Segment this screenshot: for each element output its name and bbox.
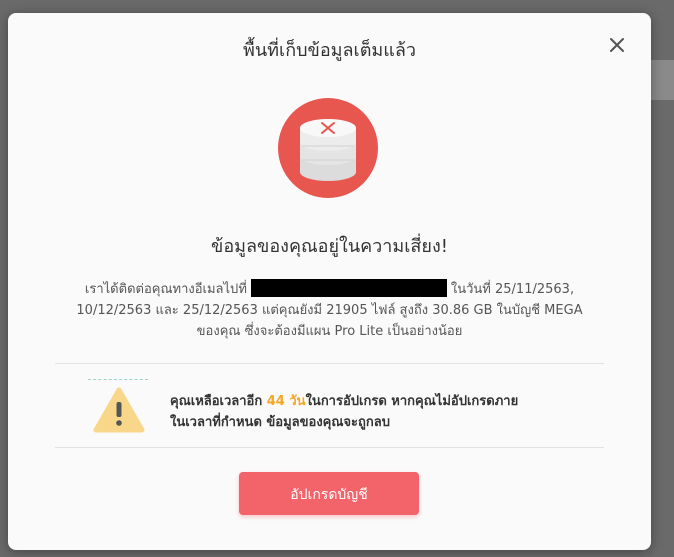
- days-remaining: 44 วัน: [266, 394, 306, 409]
- warning-suffix: ในการอัปเกรด หากคุณไม่อัปเกรดภาย: [305, 394, 519, 409]
- warning-icon: [93, 386, 145, 434]
- upgrade-account-button[interactable]: อัปเกรดบัญชี: [239, 472, 419, 515]
- divider: [55, 363, 604, 364]
- decorative-dotted-line: [88, 379, 148, 380]
- storage-full-dialog: พื้นที่เก็บข้อมูลเต็มแล้ว ข้อมูลของคุณอย…: [8, 13, 651, 550]
- risk-headline: ข้อมูลของคุณอยู่ในความเสี่ยง!: [211, 236, 448, 257]
- warning-line2: ในเวลาที่กำหนด ข้อมูลของคุณจะถูกลบ: [170, 415, 390, 430]
- message-line3: ของคุณ ซึ่งจะต้องมีแผน Pro Lite เป็นอย่า…: [196, 324, 463, 339]
- close-icon: [610, 38, 624, 52]
- message-part2: ในวันที่ 25/11/2563,: [450, 282, 575, 297]
- message-line2: 10/12/2563 และ 25/12/2563 แต่คุณยังมี 21…: [76, 303, 583, 318]
- message-part1: เราได้ติดต่อคุณทางอีเมลไปที่: [84, 282, 247, 297]
- redacted-email: [250, 279, 447, 297]
- deletion-warning: คุณเหลือเวลาอีก 44 วันในการอัปเกรด หากคุ…: [170, 391, 590, 433]
- close-button[interactable]: [607, 35, 627, 55]
- dialog-title: พื้นที่เก็บข้อมูลเต็มแล้ว: [243, 40, 416, 61]
- divider: [55, 447, 604, 448]
- storage-full-icon: [278, 98, 378, 198]
- storage-message: เราได้ติดต่อคุณทางอีเมลไปที่ ในวันที่ 25/…: [48, 279, 611, 342]
- warning-prefix: คุณเหลือเวลาอีก: [170, 394, 267, 409]
